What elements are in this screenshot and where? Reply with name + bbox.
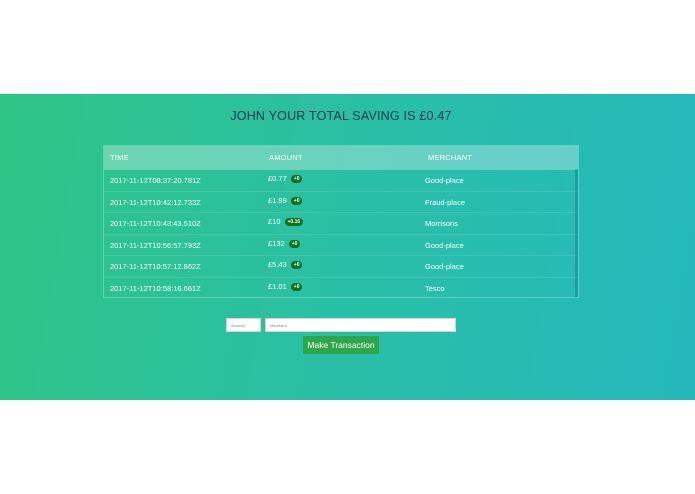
cell-amount: £10 +0.16 [268,217,304,226]
column-header-amount: AMOUNT [269,153,303,162]
total-saving-heading: JOHN YOUR TOTAL SAVING IS £0.47 [230,109,452,123]
transactions-table[interactable]: TIME AMOUNT MERCHANT 2017-11-12T08:37:20… [103,145,579,298]
amount-input[interactable] [226,318,261,332]
cell-merchant: Tesco [425,283,445,293]
cell-merchant: Good-place [425,240,464,250]
cell-amount: £0.77 +0 [268,174,303,183]
column-header-time: TIME [110,153,129,162]
cell-merchant: Fraud-place [425,197,466,207]
cell-amount: £1.99 +0 [268,195,303,205]
table-scrollbar[interactable] [575,169,578,297]
amount-value: £1.01 [268,281,287,291]
table-row: 2017-11-12T10:58:16.661Z £1.01 +0 Tesco [104,278,578,298]
merchant-input[interactable] [265,318,456,332]
cell-amount: £132 +0 [268,238,301,248]
cell-amount: £5.43 +0 [268,260,303,269]
cell-time: 2017-11-12T08:37:20.781Z [110,176,201,185]
table-row: 2017-11-12T10:57:12.862Z £5.43 +0 Good-plac… [104,256,578,278]
make-transaction-button[interactable]: Make Transaction [303,336,379,354]
saving-badge: +0 [290,282,303,291]
saving-badge: +0 [290,261,303,269]
table-row: 2017-11-12T10:42:12.733Z £1.99 +0 Fraud-pla… [104,192,578,213]
amount-value: £10 [268,217,281,226]
cell-time: 2017-11-12T10:56:57.793Z [110,240,201,250]
cell-time: 2017-11-12T10:58:16.661Z [110,283,201,293]
saving-badge: +0 [288,239,301,248]
cell-time: 2017-11-12T10:57:12.862Z [110,262,201,271]
table-header: TIME AMOUNT MERCHANT [104,146,578,170]
cell-merchant: Morrisons [425,219,458,228]
saving-badge: +0 [290,175,303,183]
cell-time: 2017-11-12T10:43:43.510Z [110,219,201,228]
amount-value: £0.77 [268,174,287,183]
amount-value: £132 [268,238,285,248]
cell-merchant: Good-place [425,262,464,271]
amount-value: £5.43 [268,260,287,269]
cell-time: 2017-11-12T10:42:12.733Z [110,197,201,207]
saving-badge: +0.16 [284,218,304,226]
table-row: 2017-11-12T08:37:20.781Z £0.77 +0 Good-plac… [104,170,578,192]
table-row: 2017-11-12T10:56:57.793Z £132 +0 Good-place [104,235,578,256]
column-header-merchant: MERCHANT [428,153,473,162]
amount-value: £1.99 [268,195,287,205]
cell-merchant: Good-place [425,176,464,185]
table-row: 2017-11-12T10:43:43.510Z £10 +0.16 Morrison… [104,213,578,235]
saving-badge: +0 [290,196,303,205]
cell-amount: £1.01 +0 [268,281,303,291]
